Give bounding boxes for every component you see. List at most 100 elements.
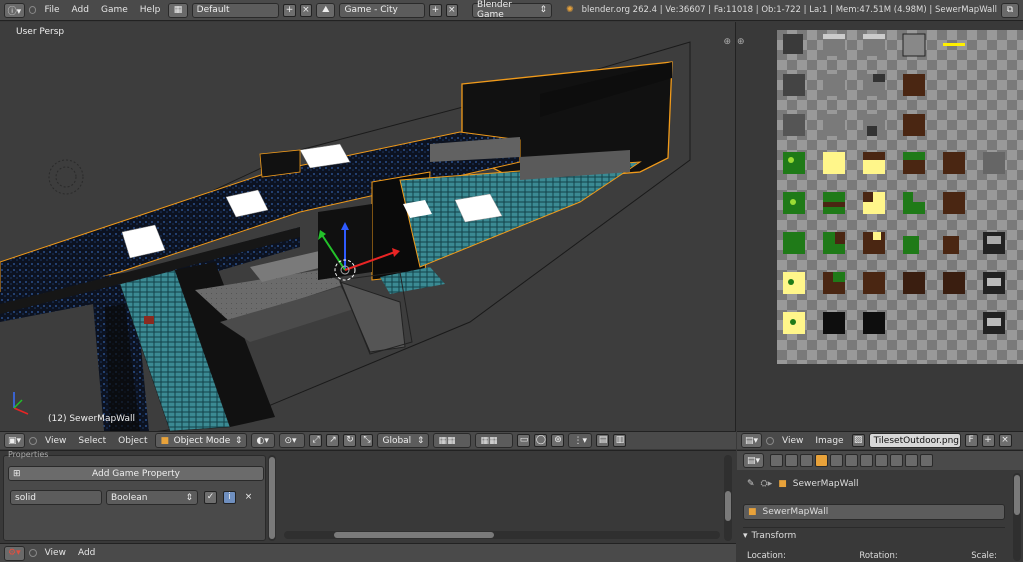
particles-tab-icon[interactable] — [905, 454, 919, 467]
scene-field[interactable]: Game - City — [339, 2, 426, 18]
menu-view[interactable]: View — [778, 436, 807, 446]
data-tab-icon[interactable] — [860, 454, 874, 467]
editor-type-button[interactable]: ⓘ▾ — [4, 2, 25, 18]
panel-title: Properties — [8, 450, 49, 459]
scale-icon[interactable]: ⤡ — [360, 434, 374, 447]
property-name-field[interactable]: solid — [10, 490, 102, 505]
logic-editor: Properties ⊞ Add Game Property solid Boo… — [0, 450, 736, 543]
constraints-tab-icon[interactable] — [830, 454, 844, 467]
layer-buttons-a[interactable]: ▦▦ — [433, 433, 472, 448]
scene-icon[interactable]: ⛰ — [316, 2, 336, 18]
tileset-tiles — [783, 33, 1005, 334]
orientation-select[interactable]: Global ⇕ — [377, 433, 430, 448]
menu-file[interactable]: File — [40, 5, 63, 15]
tileset-image[interactable] — [777, 30, 1023, 364]
property-value-checkbox[interactable]: ✓ — [204, 491, 217, 504]
render-preview-icon[interactable]: ▤ — [596, 434, 610, 447]
object-tab-icon[interactable] — [815, 454, 829, 467]
world-tab-icon[interactable] — [800, 454, 814, 467]
menu-view[interactable]: View — [41, 436, 70, 446]
physics-tab-icon[interactable] — [920, 454, 934, 467]
scene-tab-icon[interactable] — [785, 454, 799, 467]
cube-icon: ■ — [778, 479, 787, 489]
menu-add[interactable]: Add — [74, 548, 99, 558]
screen-layout-field[interactable]: Default — [191, 2, 280, 18]
object-name-field[interactable]: ■ SewerMapWall — [743, 504, 1005, 520]
modifiers-tab-icon[interactable] — [845, 454, 859, 467]
disclosure-triangle-icon: ▾ — [743, 530, 748, 541]
lock-camera-icon[interactable]: ▭ — [517, 434, 531, 447]
pin-icon[interactable]: ✎ — [747, 479, 755, 489]
editor-type-button[interactable]: ▤▾ — [743, 453, 765, 468]
render-anim-icon[interactable]: ▥ — [613, 434, 627, 447]
menu-image[interactable]: Image — [811, 436, 847, 446]
editor-type-button[interactable]: ▣▾ — [4, 433, 26, 448]
properties-scrollbar[interactable] — [1013, 473, 1021, 561]
screen-layout-icon[interactable]: ▦ — [168, 2, 188, 18]
snap-icon[interactable]: ⊛ — [551, 434, 565, 447]
logic-vscrollbar[interactable] — [724, 455, 732, 541]
add-scene-button[interactable]: + — [429, 3, 442, 17]
translate-icon[interactable]: ↗ — [326, 434, 340, 447]
object-name-label: SewerMapWall — [762, 507, 829, 517]
stats-text: blender.org 262.4 | Ve:36607 | Fa:11018 … — [581, 5, 997, 15]
mode-select[interactable]: ■ Object Mode ⇕ — [155, 433, 248, 448]
logic-editor-header: ⚙▾ View Add — [0, 543, 736, 562]
debug-info-icon[interactable]: i — [223, 491, 236, 504]
shading-select[interactable]: ◐▾ — [251, 433, 276, 448]
collapse-icon[interactable] — [28, 6, 37, 14]
editor-type-button[interactable]: ▤▾ — [741, 433, 763, 448]
new-image-button[interactable]: + — [981, 434, 995, 447]
property-type-label: Boolean — [111, 492, 148, 503]
mode-label: Object Mode — [173, 435, 231, 446]
panel-scrollbar-thumb[interactable] — [269, 457, 275, 539]
render-engine-select[interactable]: Blender Game ⇕ — [472, 0, 553, 20]
breadcrumb-object: SewerMapWall — [792, 479, 859, 489]
menu-object[interactable]: Object — [114, 436, 151, 446]
menu-help[interactable]: Help — [136, 5, 165, 15]
manipulator-toggle-icon[interactable]: ⤢ — [309, 434, 323, 447]
view3d-header: ▣▾ View Select Object ■ Object Mode ⇕ ◐▾… — [0, 431, 736, 449]
fake-user-button[interactable]: F — [964, 434, 978, 447]
logic-hscrollbar-thumb[interactable] — [334, 532, 494, 538]
layer-buttons-b[interactable]: ▦▦ — [475, 433, 514, 448]
info-header: ⓘ▾ File Add Game Help ▦ Default + × ⛰ Ga… — [0, 0, 1023, 21]
rotate-icon[interactable]: ↻ — [343, 434, 357, 447]
collapse-icon[interactable] — [29, 436, 38, 445]
transform-panel-header[interactable]: ▾ Transform — [743, 527, 1005, 543]
pivot-select[interactable]: ⊙▾ — [279, 433, 306, 448]
area-split-icon[interactable]: ⊕ — [737, 37, 745, 47]
menu-select[interactable]: Select — [74, 436, 110, 446]
menu-view[interactable]: View — [41, 548, 70, 558]
add-game-property-button[interactable]: ⊞ Add Game Property — [8, 466, 264, 481]
texture-tab-icon[interactable] — [890, 454, 904, 467]
panel-scrollbar[interactable] — [268, 455, 276, 541]
image-editor[interactable]: ⊕ — [737, 22, 1023, 431]
proportional-edit-icon[interactable]: ◯ — [534, 434, 548, 447]
image-browse-icon[interactable]: ▨ — [851, 434, 865, 447]
add-game-property-label: Add Game Property — [91, 468, 181, 479]
remove-scene-button[interactable]: × — [445, 3, 459, 17]
snap-element-select[interactable]: ⋮▾ — [568, 433, 593, 448]
material-tab-icon[interactable] — [875, 454, 889, 467]
render-tab-icon[interactable] — [770, 454, 784, 467]
collapse-icon[interactable] — [28, 549, 37, 557]
collapse-icon[interactable] — [766, 436, 775, 445]
fullscreen-icon[interactable]: ⧉ — [1001, 2, 1019, 18]
menu-game[interactable]: Game — [97, 5, 132, 15]
logic-hscrollbar[interactable] — [284, 531, 720, 539]
remove-property-icon[interactable]: × — [242, 491, 255, 504]
logic-vscrollbar-thumb[interactable] — [725, 491, 731, 521]
menu-add[interactable]: Add — [68, 5, 93, 15]
remove-layout-button[interactable]: × — [299, 3, 313, 17]
editor-type-button[interactable]: ⚙▾ — [4, 545, 25, 561]
add-layout-button[interactable]: + — [283, 3, 296, 17]
breadcrumb: ✎ ⛭▸ ■ SewerMapWall — [747, 479, 858, 489]
chevron-updown-icon: ⇕ — [416, 435, 425, 446]
properties-scrollbar-thumb[interactable] — [1014, 475, 1020, 515]
image-name-field[interactable]: TilesetOutdoor.png — [868, 433, 961, 448]
unlink-image-button[interactable]: × — [998, 434, 1012, 447]
rotation-label: Rotation: — [859, 551, 898, 561]
viewport-3d[interactable]: User Persp ⊕ (12) SewerMapWall — [0, 22, 736, 431]
property-type-select[interactable]: Boolean ⇕ — [106, 490, 198, 505]
